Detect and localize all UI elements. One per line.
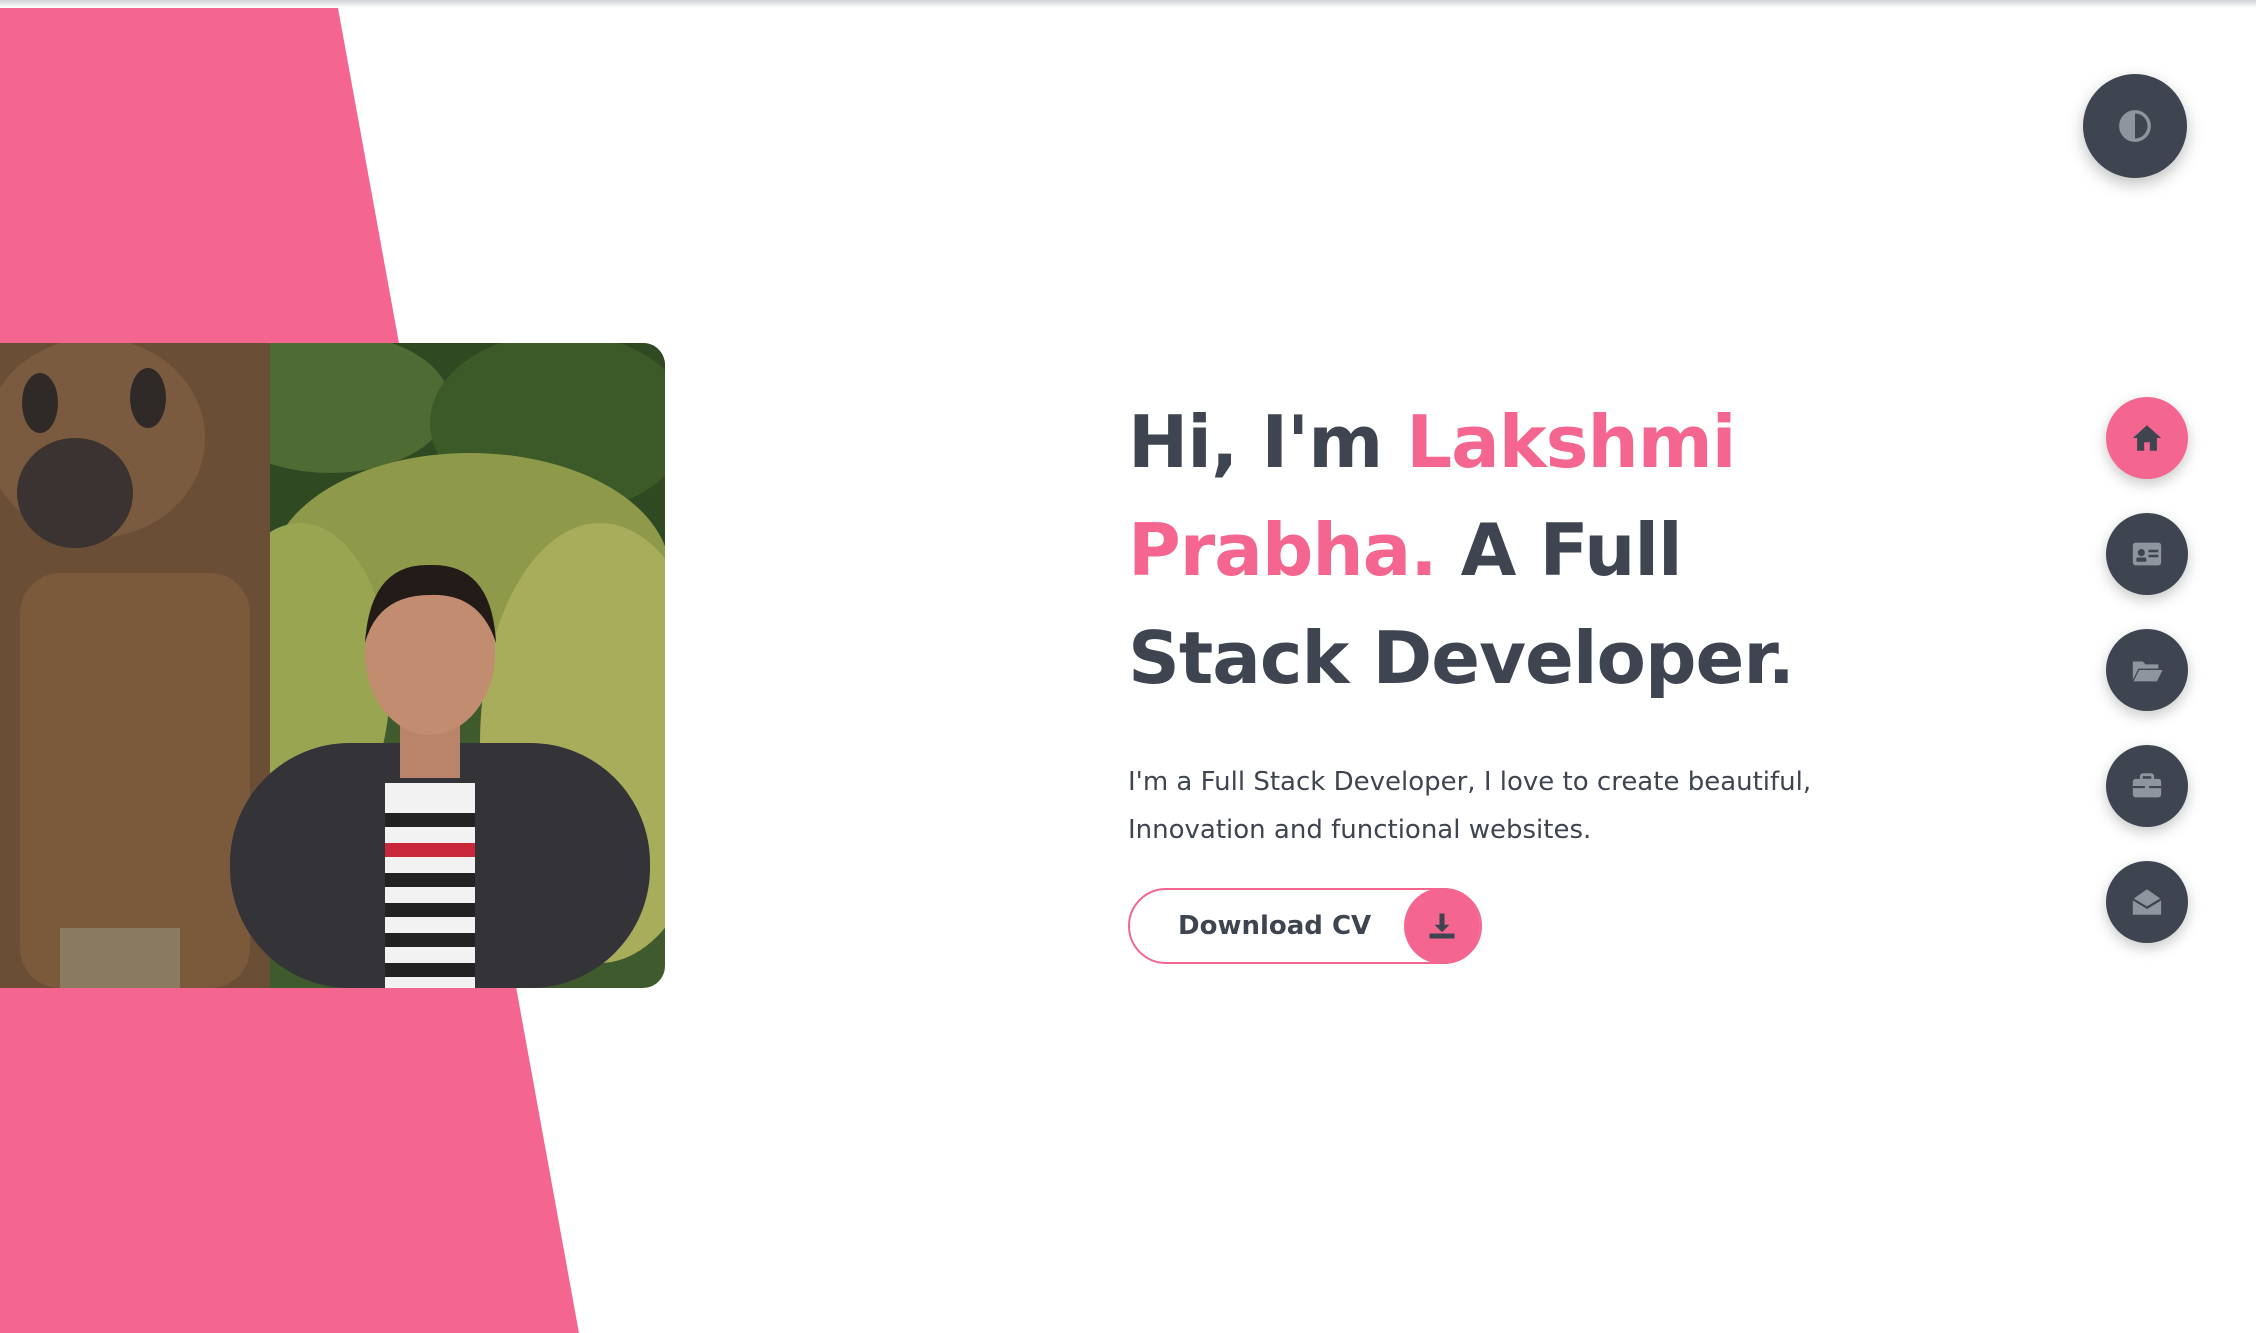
download-cv-label: Download CV — [1178, 911, 1372, 941]
home-icon — [2130, 421, 2164, 455]
id-card-icon — [2130, 537, 2164, 571]
nav-about-button[interactable] — [2106, 513, 2188, 595]
nav-portfolio-button[interactable] — [2106, 629, 2188, 711]
folder-open-icon — [2130, 653, 2164, 687]
download-icon — [1404, 888, 1480, 964]
side-navigation — [2106, 397, 2188, 977]
hero-description: I'm a Full Stack Developer, I love to cr… — [1128, 767, 1812, 845]
nav-home-button[interactable] — [2106, 397, 2188, 479]
nav-experience-button[interactable] — [2106, 745, 2188, 827]
browser-topline — [0, 0, 2256, 8]
contrast-icon — [2118, 109, 2152, 143]
greeting-text: Hi, I'm — [1128, 400, 1407, 484]
download-cv-button[interactable]: Download CV — [1128, 888, 1482, 964]
envelope-open-icon — [2130, 885, 2164, 919]
nav-contact-button[interactable] — [2106, 861, 2188, 943]
briefcase-icon — [2130, 769, 2164, 803]
profile-photo — [0, 343, 665, 988]
hero-section: Hi, I'm Lakshmi Prabha. A Full Stack Dev… — [1128, 388, 1888, 964]
theme-toggle-button[interactable] — [2083, 74, 2187, 178]
hero-headline: Hi, I'm Lakshmi Prabha. A Full Stack Dev… — [1128, 388, 1888, 712]
